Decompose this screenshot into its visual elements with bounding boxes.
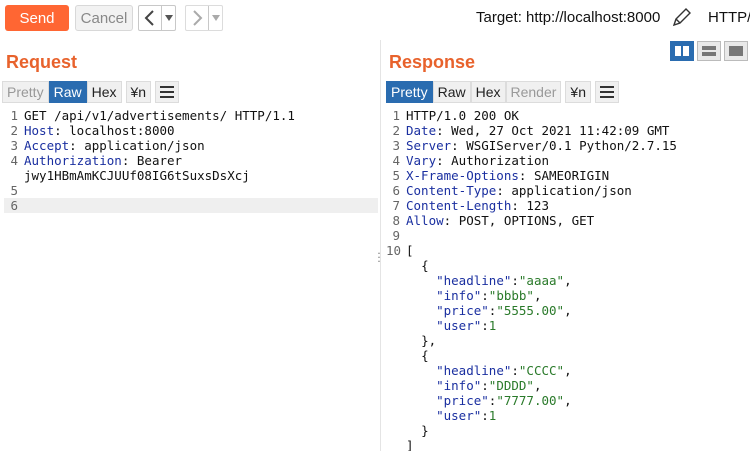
json-line: "info":"DDDD", (436, 378, 542, 393)
response-tab-pretty[interactable]: Pretty (386, 81, 433, 103)
cancel-button[interactable]: Cancel (75, 5, 133, 31)
top-toolbar: Send Cancel Target: http://localhost:800… (0, 0, 750, 37)
chevron-right-icon[interactable] (186, 6, 208, 30)
code-line: 4 Authorization: Bearer (10, 153, 183, 168)
send-button[interactable]: Send (5, 5, 69, 31)
response-view-tabs: Pretty Raw Hex Render ¥n (386, 81, 619, 103)
protocol-label[interactable]: HTTP/1 (708, 9, 750, 26)
edit-target-pencil-icon[interactable] (671, 6, 693, 28)
json-line: "user":1 (436, 408, 497, 423)
code-line: 2 Host: localhost:8000 (10, 123, 175, 138)
chevron-left-icon[interactable] (139, 6, 161, 30)
json-line: { (421, 258, 429, 273)
code-line: 4 Vary: Authorization (392, 153, 549, 168)
code-line: 5 X-Frame-Options: SAMEORIGIN (392, 168, 610, 183)
layout-single-icon[interactable] (724, 41, 748, 61)
code-line: 6 Content-Type: application/json (392, 183, 632, 198)
request-menu-icon[interactable] (155, 81, 180, 103)
current-code-line: 6 (4, 198, 378, 213)
json-line: "headline":"aaaa", (436, 273, 572, 288)
json-line: "user":1 (436, 318, 497, 333)
request-view-tabs: Pretty Raw Hex ¥n (2, 81, 180, 103)
request-tab-hex[interactable]: Hex (86, 81, 122, 103)
code-line: 7 Content-Length: 123 (392, 198, 549, 213)
request-tab-newline[interactable]: ¥n (125, 81, 152, 103)
json-line: "price":"7777.00", (436, 393, 572, 408)
layout-stacked-icon[interactable] (697, 41, 721, 61)
code-line: 3 Server: WSGIServer/0.1 Python/2.7.15 (392, 138, 677, 153)
code-line: 1 GET /api/v1/advertisements/ HTTP/1.1 (10, 108, 295, 123)
json-line: } (421, 423, 429, 438)
response-panel-title: Response (389, 52, 476, 72)
response-tab-raw[interactable]: Raw (432, 81, 471, 103)
request-tab-pretty[interactable]: Pretty (2, 81, 49, 103)
response-menu-icon[interactable] (595, 81, 619, 103)
code-line: 1 HTTP/1.0 200 OK (392, 108, 519, 123)
json-line: "headline":"CCCC", (436, 363, 572, 378)
code-line: 8 Allow: POST, OPTIONS, GET (392, 213, 595, 228)
resize-grip-icon[interactable]: · · · (376, 248, 382, 267)
code-line: 5 (10, 183, 18, 198)
json-line: { (421, 348, 429, 363)
request-panel-title: Request (6, 52, 78, 72)
json-line: ] (406, 438, 414, 451)
code-line: 9 (392, 228, 400, 243)
history-back-dropdown-icon[interactable] (161, 6, 175, 30)
response-tab-hex[interactable]: Hex (470, 81, 506, 103)
code-line: 10[ (386, 243, 414, 258)
json-line: }, (421, 333, 437, 348)
history-forward-dropdown-icon[interactable] (208, 6, 222, 30)
response-editor[interactable]: 1 HTTP/1.0 200 OK 2 Date: Wed, 27 Oct 2021… (386, 108, 748, 451)
code-line: 2 Date: Wed, 27 Oct 2021 11:42:09 GMT (392, 123, 670, 138)
history-back-control[interactable] (138, 5, 176, 31)
response-tab-newline[interactable]: ¥n (565, 81, 591, 103)
panel-divider[interactable] (380, 40, 381, 451)
code-line: jwy1HBmAmKCJUUf08IG6tSuxsDsXcj (24, 168, 250, 183)
layout-side-by-side-icon[interactable] (670, 41, 694, 61)
json-line: "info":"bbbb", (436, 288, 542, 303)
code-line: 3 Accept: application/json (10, 138, 205, 153)
request-tab-raw[interactable]: Raw (48, 81, 87, 103)
target-label: Target: http://localhost:8000 (476, 9, 661, 26)
response-tab-render[interactable]: Render (505, 81, 562, 103)
json-line: "price":"5555.00", (436, 303, 572, 318)
history-forward-control[interactable] (185, 5, 223, 31)
request-editor[interactable]: 1 GET /api/v1/advertisements/ HTTP/1.1 2H… (4, 108, 378, 213)
layout-toggle-group (670, 41, 748, 61)
